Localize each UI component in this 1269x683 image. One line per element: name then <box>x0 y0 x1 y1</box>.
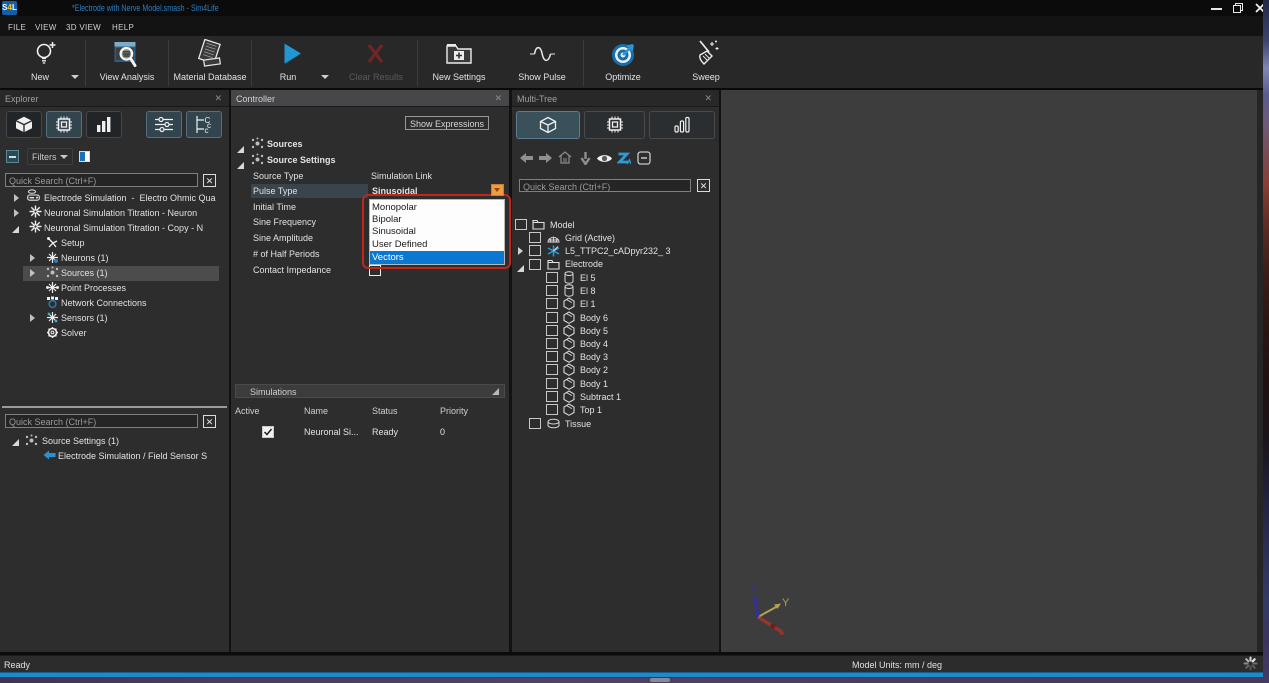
svg-text:c: c <box>205 126 209 134</box>
svg-text:Y: Y <box>782 597 790 609</box>
svg-text:Z: Z <box>750 584 756 595</box>
